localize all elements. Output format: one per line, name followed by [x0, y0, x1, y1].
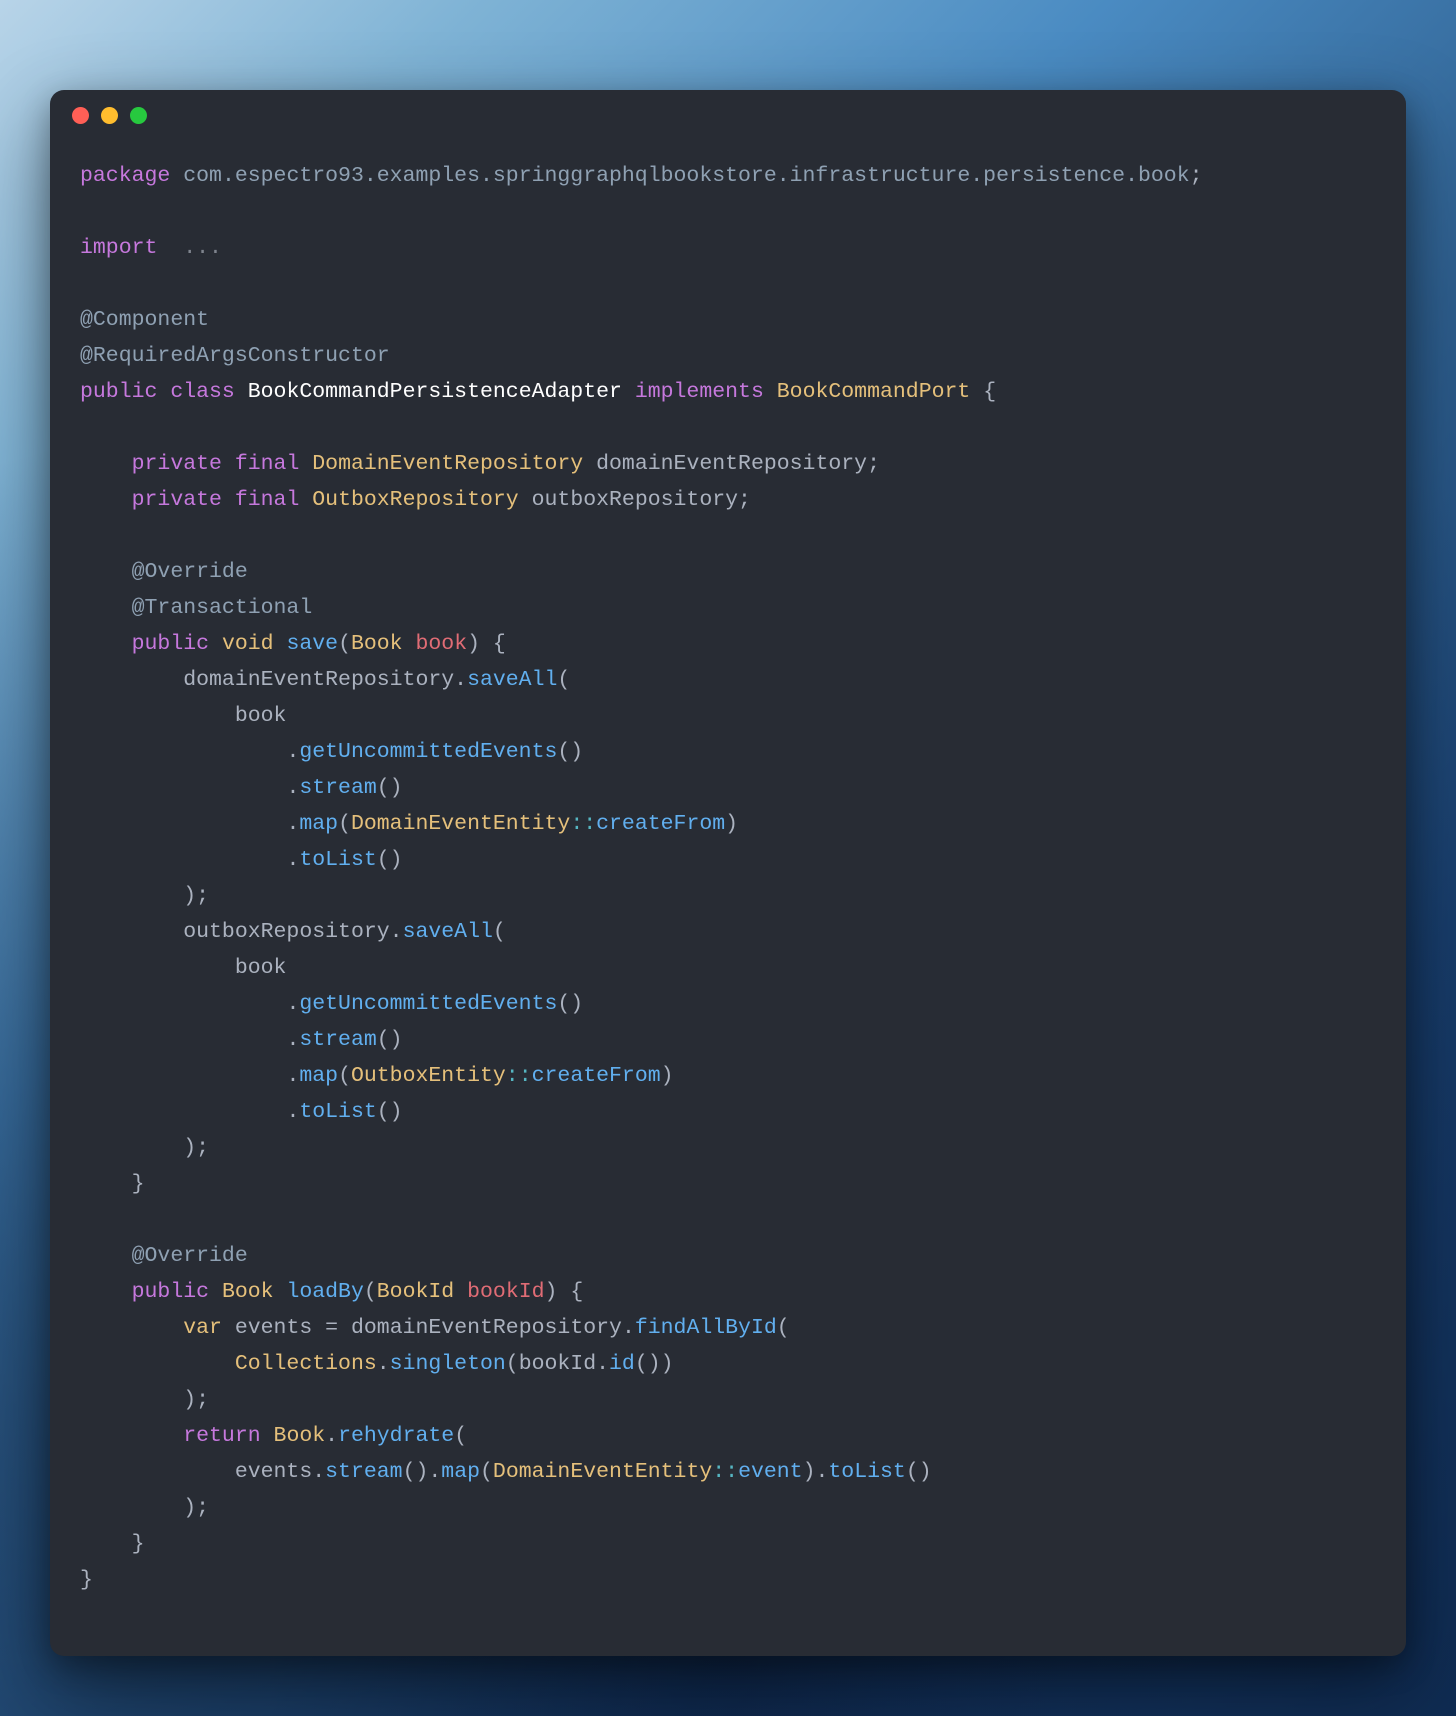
code-editor-window: package com.espectro93.examples.springgr… — [50, 90, 1406, 1656]
ref-book: book — [235, 956, 287, 980]
class-name: BookCommandPersistenceAdapter — [248, 380, 622, 404]
type-domain-event-entity: DomainEventEntity — [493, 1460, 712, 1484]
keyword-private: private — [132, 488, 222, 512]
type-book: Book — [351, 632, 403, 656]
keyword-void: void — [222, 632, 274, 656]
type-outbox-entity: OutboxEntity — [351, 1064, 506, 1088]
interface-name: BookCommandPort — [777, 380, 971, 404]
ref-domain-event-repository: domainEventRepository — [183, 668, 454, 692]
keyword-final: final — [235, 452, 300, 476]
annotation-override: @Override — [132, 1244, 248, 1268]
close-button[interactable] — [72, 107, 89, 124]
method-ref-operator: :: — [712, 1460, 738, 1484]
method-ref-operator: :: — [570, 812, 596, 836]
field-domain-event-repository: domainEventRepository — [596, 452, 867, 476]
call-tolist: toList — [299, 1100, 376, 1124]
ref-createfrom: createFrom — [532, 1064, 661, 1088]
call-singleton: singleton — [390, 1352, 506, 1376]
type-book: Book — [222, 1280, 274, 1304]
keyword-public: public — [132, 632, 209, 656]
method-save: save — [286, 632, 338, 656]
ref-createfrom: createFrom — [596, 812, 725, 836]
import-ellipsis: ... — [183, 236, 222, 260]
ref-bookid: bookId — [519, 1352, 596, 1376]
type-domain-event-entity: DomainEventEntity — [351, 812, 570, 836]
ref-event: event — [738, 1460, 803, 1484]
type-book: Book — [274, 1424, 326, 1448]
annotation-transactional: @Transactional — [132, 596, 313, 620]
type-domain-event-repository: DomainEventRepository — [312, 452, 583, 476]
keyword-public: public — [132, 1280, 209, 1304]
method-ref-operator: :: — [506, 1064, 532, 1088]
annotation-component: @Component — [80, 308, 209, 332]
call-tolist: toList — [299, 848, 376, 872]
type-collections: Collections — [235, 1352, 377, 1376]
call-map: map — [299, 812, 338, 836]
window-titlebar — [50, 90, 1406, 140]
call-id: id — [609, 1352, 635, 1376]
var-events: events — [235, 1316, 312, 1340]
keyword-return: return — [183, 1424, 260, 1448]
call-stream: stream — [299, 776, 376, 800]
call-findallbyid: findAllById — [635, 1316, 777, 1340]
keyword-package: package — [80, 164, 170, 188]
call-saveall: saveAll — [467, 668, 557, 692]
call-stream: stream — [325, 1460, 402, 1484]
annotation-required-args: @RequiredArgsConstructor — [80, 344, 390, 368]
ref-events: events — [235, 1460, 312, 1484]
type-bookid: BookId — [377, 1280, 454, 1304]
annotation-override: @Override — [132, 560, 248, 584]
call-stream: stream — [299, 1028, 376, 1052]
method-loadby: loadBy — [286, 1280, 363, 1304]
call-tolist: toList — [828, 1460, 905, 1484]
call-rehydrate: rehydrate — [338, 1424, 454, 1448]
keyword-var: var — [183, 1316, 222, 1340]
keyword-implements: implements — [635, 380, 764, 404]
field-outbox-repository: outboxRepository — [532, 488, 738, 512]
keyword-public: public — [80, 380, 157, 404]
ref-outbox-repository: outboxRepository — [183, 920, 389, 944]
ref-domain-event-repository: domainEventRepository — [351, 1316, 622, 1340]
call-get-uncommitted-events: getUncommittedEvents — [299, 992, 557, 1016]
param-book: book — [415, 632, 467, 656]
keyword-final: final — [235, 488, 300, 512]
keyword-import: import — [80, 236, 157, 260]
maximize-button[interactable] — [130, 107, 147, 124]
param-bookid: bookId — [467, 1280, 544, 1304]
call-get-uncommitted-events: getUncommittedEvents — [299, 740, 557, 764]
call-map: map — [299, 1064, 338, 1088]
keyword-private: private — [132, 452, 222, 476]
code-content[interactable]: package com.espectro93.examples.springgr… — [50, 140, 1406, 1656]
type-outbox-repository: OutboxRepository — [312, 488, 518, 512]
call-map: map — [441, 1460, 480, 1484]
ref-book: book — [235, 704, 287, 728]
minimize-button[interactable] — [101, 107, 118, 124]
package-path: com.espectro93.examples.springgraphqlboo… — [183, 164, 1189, 188]
call-saveall: saveAll — [403, 920, 493, 944]
keyword-class: class — [170, 380, 235, 404]
